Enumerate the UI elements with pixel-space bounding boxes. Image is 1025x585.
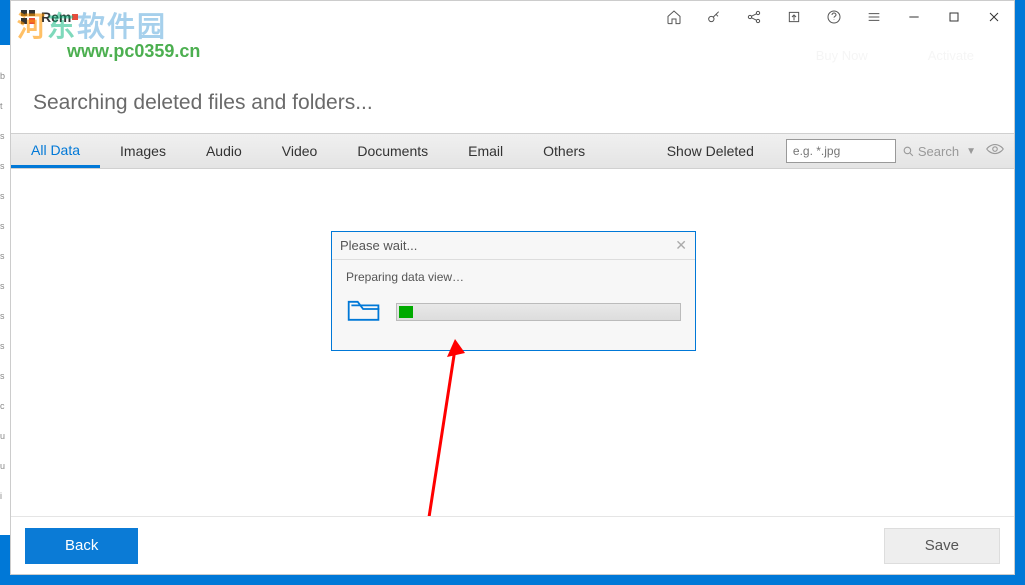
share-icon[interactable] <box>734 1 774 33</box>
dropdown-icon: ▼ <box>966 146 976 157</box>
progress-fill <box>399 306 413 318</box>
tab-others[interactable]: Others <box>523 134 605 168</box>
tab-bar: All Data Images Audio Video Documents Em… <box>11 133 1014 169</box>
folder-icon <box>346 294 382 329</box>
dialog-message: Preparing data view… <box>346 270 681 284</box>
left-edge-strip: btssssssssscuui <box>0 45 10 535</box>
maximize-icon[interactable] <box>934 1 974 33</box>
search-area: Search ▼ <box>786 134 1004 168</box>
close-icon[interactable] <box>974 1 1014 33</box>
page-title: Searching deleted files and folders... <box>11 77 1014 133</box>
tab-all-data[interactable]: All Data <box>11 134 100 168</box>
subheader: Buy Now Activate <box>11 33 1014 77</box>
dialog-title-text: Please wait... <box>340 238 417 253</box>
minimize-icon[interactable] <box>894 1 934 33</box>
export-icon[interactable] <box>774 1 814 33</box>
save-button[interactable]: Save <box>884 528 1000 564</box>
search-label: Search <box>918 144 959 159</box>
content-area: Please wait... ✕ Preparing data view… <box>11 169 1014 549</box>
buy-now-link[interactable]: Buy Now <box>816 48 868 63</box>
tab-documents[interactable]: Documents <box>337 134 448 168</box>
app-logo: Rem <box>19 8 78 26</box>
preview-eye-icon[interactable] <box>986 142 1004 160</box>
help-icon[interactable] <box>814 1 854 33</box>
tab-audio[interactable]: Audio <box>186 134 262 168</box>
tab-show-deleted[interactable]: Show Deleted <box>647 134 774 168</box>
progress-bar <box>396 303 681 321</box>
home-icon[interactable] <box>654 1 694 33</box>
titlebar: Rem <box>11 1 1014 33</box>
tab-video[interactable]: Video <box>262 134 338 168</box>
dialog-titlebar: Please wait... ✕ <box>332 232 695 260</box>
search-input[interactable] <box>786 139 896 163</box>
back-button[interactable]: Back <box>25 528 138 564</box>
search-button[interactable]: Search ▼ <box>902 144 976 159</box>
titlebar-controls <box>654 1 1014 33</box>
progress-dialog: Please wait... ✕ Preparing data view… <box>331 231 696 351</box>
tab-images[interactable]: Images <box>100 134 186 168</box>
app-window: 河东河东软件园软件园 www.pc0359.cn Rem Buy Now Act… <box>10 0 1015 575</box>
dialog-close-icon[interactable]: ✕ <box>675 237 687 254</box>
menu-icon[interactable] <box>854 1 894 33</box>
footer: Back Save <box>11 516 1014 574</box>
key-icon[interactable] <box>694 1 734 33</box>
activate-link[interactable]: Activate <box>928 48 974 63</box>
tab-email[interactable]: Email <box>448 134 523 168</box>
